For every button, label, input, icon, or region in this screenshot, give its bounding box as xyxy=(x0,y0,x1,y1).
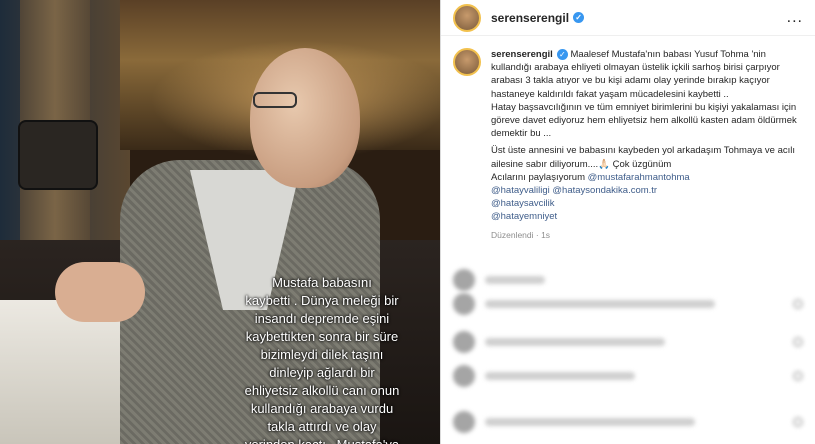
photo-hands xyxy=(55,262,145,322)
photo-man-head xyxy=(250,48,360,188)
avatar[interactable] xyxy=(453,3,481,32)
caption-verified-icon: ✓ xyxy=(556,49,568,61)
verified-badge-icon: ✓ xyxy=(573,12,585,23)
caption-text-3b: Acılarını paylaşıyorum xyxy=(491,171,585,183)
more-options-icon[interactable]: ... xyxy=(787,9,803,27)
mention-link[interactable]: @mustafarahmantohma xyxy=(588,172,690,183)
caption-paragraph-2: Hatay başsavcılığının ve tüm emniyet bir… xyxy=(491,101,797,140)
username-text[interactable]: serenserengil xyxy=(491,11,569,25)
blurred-comment xyxy=(453,268,803,292)
instagram-post-view: Mustafa babasını kaybetti . Dünya meleği… xyxy=(0,0,815,444)
mention-link[interactable]: @hatayvaliligi xyxy=(491,185,550,196)
blurred-comment xyxy=(453,330,803,354)
edited-timestamp: Düzenlendi · 1s xyxy=(491,229,551,240)
photo-glasses xyxy=(253,92,297,108)
caption-paragraph-3: Üst üste annesini ve babasını kaybeden y… xyxy=(491,144,803,170)
post-username[interactable]: serenserengil ✓ xyxy=(491,11,585,25)
photo-handbag xyxy=(18,120,98,190)
mention-link[interactable]: @hataysondakika.com.tr xyxy=(552,185,657,196)
blurred-comment xyxy=(453,410,803,434)
caption-username[interactable]: serenserengil xyxy=(491,49,553,60)
post-side-panel: serenserengil ✓ ... serenserengil ✓ Maale… xyxy=(440,0,815,444)
caption-paragraph-4: Acılarını paylaşıyorum @mustafarahmantoh… xyxy=(491,171,803,184)
mention-link[interactable]: @hatayemniyet xyxy=(491,210,803,223)
blurred-comment xyxy=(453,364,803,388)
caption-mentions-line: @hatayvaliligi @hataysondakika.com.tr xyxy=(491,184,803,197)
story-photo: Mustafa babasını kaybetti . Dünya meleği… xyxy=(0,0,440,444)
caption: serenserengil ✓ Maalesef Mustafa'nın baba… xyxy=(491,48,803,224)
caption-row: serenserengil ✓ Maalesef Mustafa'nın baba… xyxy=(441,36,815,224)
caption-paragraph-1: serenserengil ✓ Maalesef Mustafa'nın baba… xyxy=(491,48,803,101)
caption-avatar[interactable] xyxy=(453,48,481,76)
blurred-comment xyxy=(453,292,803,316)
mention-link[interactable]: @hataysavcilik xyxy=(491,197,803,210)
caption-text-3a: Üst üste annesini ve babasını kaybeden y… xyxy=(491,145,795,170)
story-overlay-text: Mustafa babasını kaybetti . Dünya meleği… xyxy=(244,275,400,444)
post-header: serenserengil ✓ ... xyxy=(441,0,815,36)
